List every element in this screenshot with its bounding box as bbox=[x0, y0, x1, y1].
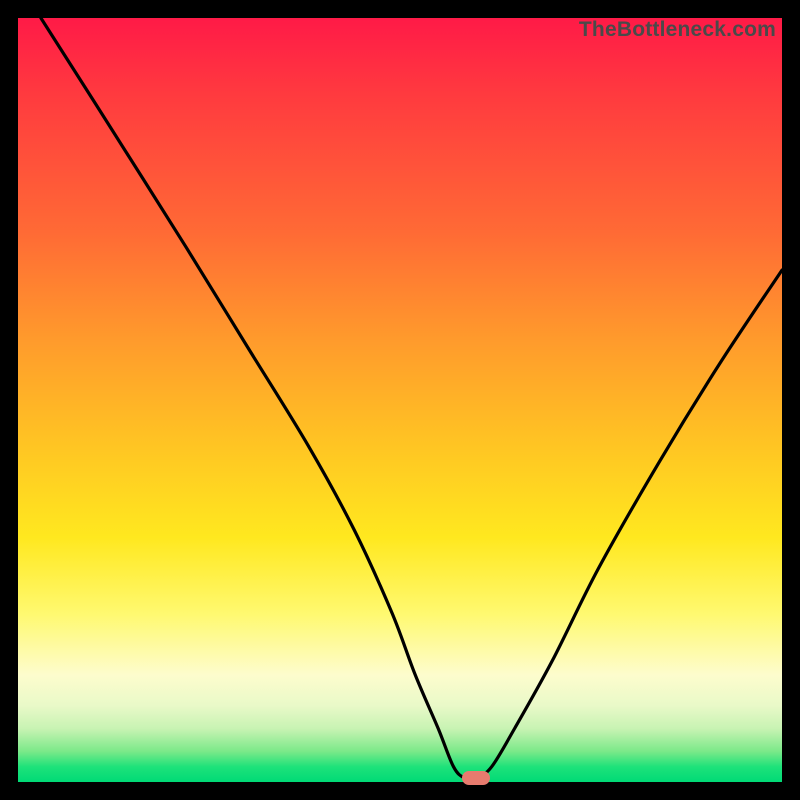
curve-svg bbox=[18, 18, 782, 782]
chart-frame: TheBottleneck.com bbox=[0, 0, 800, 800]
bottleneck-curve bbox=[41, 18, 782, 780]
plot-area: TheBottleneck.com bbox=[18, 18, 782, 782]
